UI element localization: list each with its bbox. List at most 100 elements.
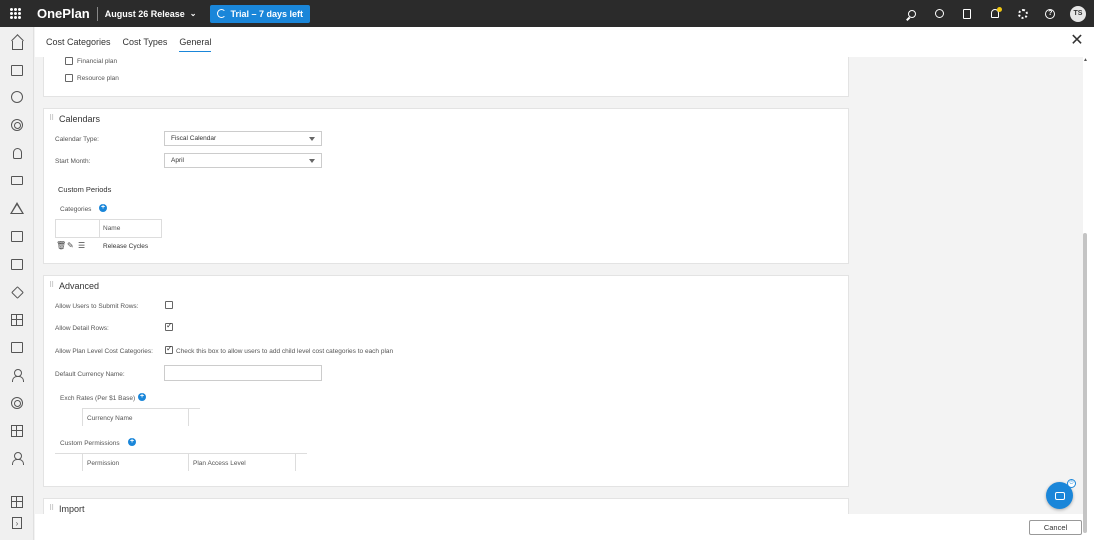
cancel-button[interactable]: Cancel	[1029, 520, 1082, 535]
help-button[interactable]: ?	[1036, 0, 1064, 27]
add-category-icon[interactable]: +	[99, 204, 107, 212]
release-selector[interactable]: August 26 Release ⌄	[105, 9, 197, 19]
import-title: Import	[59, 504, 85, 514]
power-icon: ⏻	[1067, 479, 1076, 488]
hierarchy-icon[interactable]	[10, 424, 24, 438]
gear-icon	[1017, 8, 1028, 19]
close-icon[interactable]: ✕	[1070, 33, 1084, 49]
allow-plan-level-checkbox[interactable]	[165, 344, 173, 354]
timer-icon[interactable]	[10, 90, 24, 104]
tab-general[interactable]: General	[179, 37, 212, 52]
category-row-name: Release Cycles	[103, 243, 149, 250]
money-icon[interactable]	[10, 173, 24, 187]
name-column-header: Name	[103, 225, 121, 232]
briefcase-icon[interactable]	[10, 63, 24, 77]
advanced-card: ⠿ Advanced Allow Users to Submit Rows: A…	[43, 275, 849, 487]
advanced-title: Advanced	[59, 281, 100, 291]
trial-label: Trial – 7 days left	[230, 8, 304, 19]
search-icon	[908, 9, 917, 18]
default-currency-label: Default Currency Name:	[55, 371, 125, 378]
expand-rail-icon[interactable]: ›	[10, 516, 24, 530]
cube-icon[interactable]	[10, 285, 24, 299]
tab-cost-categories[interactable]: Cost Categories	[46, 37, 111, 52]
custom-permissions-label: Custom Permissions	[60, 440, 120, 447]
home-icon[interactable]	[10, 36, 24, 50]
settings-panel: Cost Categories Cost Types General ✕ Fin…	[35, 27, 1094, 540]
plans-card: Financial plan Resource plan	[43, 57, 849, 97]
default-currency-input[interactable]	[164, 365, 322, 381]
brand-name[interactable]: OnePlan	[37, 6, 90, 21]
search-button[interactable]	[898, 0, 926, 27]
avatar[interactable]: TS	[1070, 5, 1086, 22]
start-month-select[interactable]: April	[164, 153, 322, 168]
table-border	[55, 219, 56, 237]
notifications-button[interactable]	[981, 0, 1009, 27]
report-icon[interactable]	[10, 340, 24, 354]
edit-icon[interactable]: ✎	[67, 241, 74, 250]
drag-handle-icon[interactable]: ⠿	[49, 504, 54, 512]
help-icon: ?	[1045, 8, 1056, 19]
vertical-scrollbar[interactable]: ▲	[1083, 57, 1088, 537]
table-border	[55, 453, 307, 454]
calendars-title: Calendars	[59, 114, 101, 124]
assistant-button[interactable]: ⏻	[1046, 479, 1076, 509]
table-border	[82, 408, 200, 409]
bookmark-button[interactable]	[954, 0, 982, 27]
table-border	[82, 408, 83, 426]
add-permission-icon[interactable]: +	[128, 438, 136, 446]
history-button[interactable]	[926, 0, 954, 27]
import-card: ⠿ Import	[43, 498, 849, 514]
add-exch-rate-icon[interactable]: +	[138, 393, 146, 401]
radar-icon[interactable]	[10, 396, 24, 410]
history-icon	[935, 9, 945, 18]
delete-icon[interactable]: 🗑	[56, 241, 66, 250]
scroll-content: Financial plan Resource plan ⠿ Calendars…	[35, 57, 1083, 514]
calendar-type-value: Fiscal Calendar	[171, 135, 217, 142]
settings-button[interactable]	[1009, 0, 1037, 27]
scroll-up-icon[interactable]: ▲	[1083, 57, 1088, 63]
table-border	[188, 408, 189, 426]
allow-detail-rows-checkbox[interactable]	[165, 321, 173, 331]
tab-bar: Cost Categories Cost Types General	[46, 37, 212, 52]
table-border	[99, 219, 100, 237]
target-icon[interactable]	[10, 118, 24, 132]
tab-cost-types[interactable]: Cost Types	[123, 37, 168, 52]
list-icon[interactable]: ☰	[78, 241, 85, 250]
refresh-icon	[216, 9, 226, 18]
grid-icon[interactable]	[10, 495, 24, 509]
table-border	[161, 219, 162, 237]
exch-rates-label: Exch Rates (Per $1 Base)	[60, 395, 136, 402]
categories-label: Categories	[60, 206, 92, 213]
start-month-value: April	[171, 157, 185, 164]
warning-icon[interactable]	[10, 201, 24, 215]
lightbulb-icon[interactable]	[10, 146, 24, 160]
trial-button[interactable]: Trial – 7 days left	[209, 4, 311, 23]
scroll-thumb[interactable]	[1083, 233, 1087, 533]
table-border	[188, 453, 189, 471]
drag-handle-icon[interactable]: ⠿	[49, 114, 54, 122]
chevron-down-icon	[309, 159, 315, 163]
financial-plan-checkbox[interactable]	[65, 57, 73, 65]
allow-submit-rows-checkbox[interactable]	[165, 301, 173, 309]
permission-header: Permission	[87, 460, 120, 467]
layers-icon[interactable]	[10, 229, 24, 243]
calendar-type-select[interactable]: Fiscal Calendar	[164, 131, 322, 146]
table-border	[55, 219, 162, 220]
user-icon[interactable]	[10, 451, 24, 465]
financial-plan-label: Financial plan	[77, 58, 118, 65]
dashboard-icon[interactable]	[10, 313, 24, 327]
calendar-type-label: Calendar Type:	[55, 136, 99, 143]
notification-dot	[996, 7, 1002, 12]
people-icon[interactable]	[10, 368, 24, 382]
resource-plan-checkbox[interactable]	[65, 74, 73, 82]
divider	[96, 6, 98, 21]
allow-submit-rows-label: Allow Users to Submit Rows:	[55, 303, 139, 310]
app-launcher-icon[interactable]	[0, 0, 30, 27]
table-border	[82, 453, 83, 471]
calendar-icon[interactable]	[10, 257, 24, 271]
drag-handle-icon[interactable]: ⠿	[49, 281, 54, 289]
table-border	[295, 453, 296, 471]
allow-detail-rows-label: Allow Detail Rows:	[55, 325, 109, 332]
plan-level-hint: Check this box to allow users to add chi…	[176, 348, 394, 355]
bookmark-icon	[963, 8, 972, 19]
